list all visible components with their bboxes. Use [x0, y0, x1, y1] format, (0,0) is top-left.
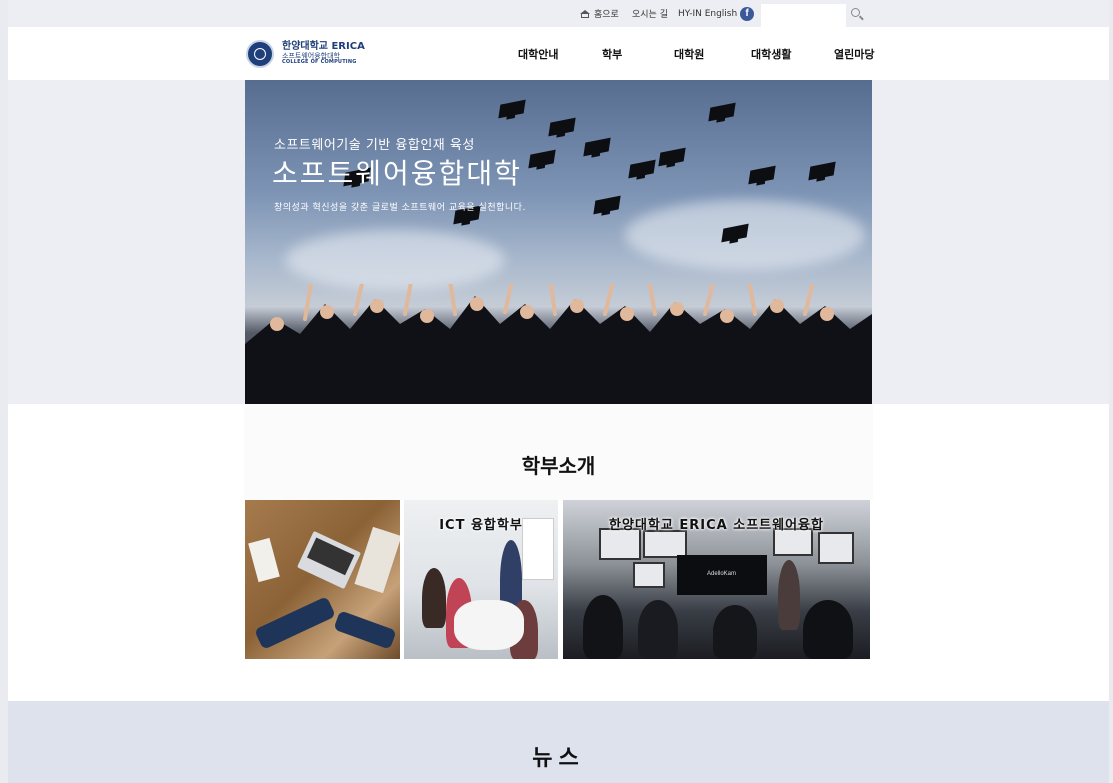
graduation-cap-icon: [628, 159, 656, 179]
college-logo[interactable]: 한양대학교 ERICA 소프트웨어융합대학 COLLEGE OF COMPUTI…: [246, 40, 365, 68]
hero-banner: 소프트웨어기술 기반 융합인재 육성 소프트웨어융합대학 창의성과 혁신성을 갖…: [245, 80, 872, 404]
laptop: [296, 530, 362, 590]
wall-frame: [633, 562, 665, 588]
graduation-cap-icon: [593, 195, 621, 215]
presenter-figure: [778, 560, 800, 630]
nav-item-graduate[interactable]: 대학원: [674, 46, 704, 62]
department-tile-software[interactable]: AdelloKam 한양대학교 ERICA 소프트웨어융합: [563, 500, 870, 659]
logo-text: 한양대학교 ERICA 소프트웨어융합대학 COLLEGE OF COMPUTI…: [282, 42, 365, 65]
student-figure: [803, 600, 853, 659]
home-link[interactable]: 홈으로: [580, 0, 619, 27]
student-figure: [583, 595, 623, 659]
meeting-table: [454, 600, 524, 650]
hero-description: 창의성과 혁신성을 갖춘 글로벌 소프트웨어 교육을 실천합니다.: [274, 203, 526, 213]
hero-subtitle: 소프트웨어기술 기반 융합인재 육성: [274, 138, 475, 153]
directions-link[interactable]: 오시는 길: [632, 0, 668, 27]
department-tile-label: ICT 융합학부: [439, 518, 523, 533]
page-frame: 홈으로 오시는 길 HY-IN English f 한양대학교 ERICA 소프…: [8, 0, 1109, 783]
nav-item-campus-life[interactable]: 대학생활: [751, 46, 791, 62]
department-tile-workspace[interactable]: [245, 500, 400, 659]
graduation-cap-icon: [658, 147, 686, 167]
arm: [333, 610, 397, 650]
presentation-screen: AdelloKam: [677, 555, 767, 595]
screen-text: AdelloKam: [707, 571, 737, 577]
news-heading: 뉴스: [532, 746, 585, 771]
paper-sheet: [354, 526, 400, 594]
graduation-cap-icon: [708, 102, 736, 122]
graduation-cap-icon: [808, 161, 836, 181]
student-figure: [638, 600, 678, 659]
search-icon[interactable]: [851, 8, 865, 22]
facebook-icon[interactable]: f: [740, 7, 754, 21]
graduation-cap-icon: [528, 149, 556, 169]
department-tile-label: 한양대학교 ERICA 소프트웨어융합: [609, 518, 824, 533]
graduation-cap-icon: [583, 137, 611, 157]
home-label: 홈으로: [594, 10, 619, 20]
paper-sheet: [248, 537, 280, 583]
nav-item-open-forum[interactable]: 열린마당: [834, 46, 874, 62]
department-intro-heading: 학부소개: [521, 454, 596, 478]
cloud: [285, 230, 505, 290]
search-input[interactable]: [761, 4, 846, 27]
student-figure: [713, 605, 757, 659]
graduation-cap-icon: [548, 117, 576, 137]
utility-bar: [8, 0, 1109, 27]
graduation-cap-icon: [748, 165, 776, 185]
logo-college-english: COLLEGE OF COMPUTING: [282, 59, 357, 66]
graduates-crowd: [245, 284, 872, 404]
wall-frame: [818, 532, 854, 564]
wall-frame: [643, 530, 687, 558]
department-tile-ict[interactable]: ICT 융합학부: [404, 500, 558, 659]
university-seal-icon: [246, 40, 274, 68]
hero-title: 소프트웨어융합대학: [272, 157, 522, 190]
english-link[interactable]: HY-IN English: [678, 0, 737, 27]
student-figure: [422, 568, 446, 628]
arm: [254, 596, 336, 650]
nav-item-undergraduate[interactable]: 학부: [602, 46, 622, 62]
home-icon: [580, 9, 590, 18]
graduation-cap-icon: [498, 99, 526, 119]
nav-item-about[interactable]: 대학안내: [518, 46, 558, 62]
